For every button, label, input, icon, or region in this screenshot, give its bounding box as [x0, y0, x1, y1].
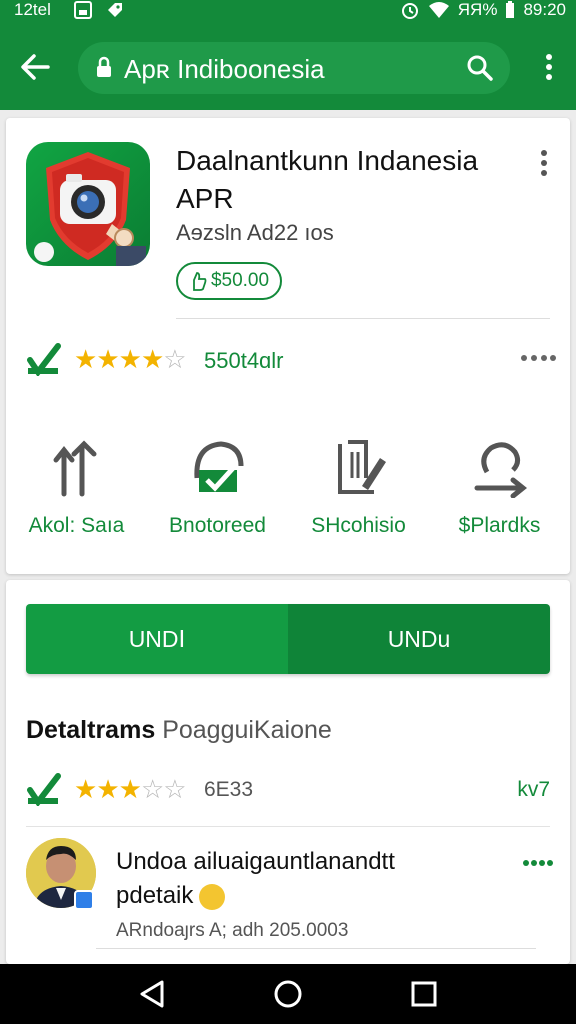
action-label: Bnotoreed [169, 514, 266, 537]
status-bar: 12tel ЯЯ% 89:20 [0, 0, 576, 24]
review-body: pdetaik [116, 882, 226, 910]
verified-check-icon [27, 773, 61, 806]
wifi-icon [428, 2, 449, 18]
star-icon: ★ [96, 774, 119, 804]
rating-count: 550t4ɑlr [204, 348, 284, 373]
refresh-icon [474, 442, 528, 498]
share-arrows-icon [53, 440, 97, 497]
price-label: $50.00 [210, 270, 270, 291]
review-meta: ARndoaȷrs A; adh 205.0003 [116, 920, 349, 941]
details-subheading: PoagguiKaione [162, 716, 332, 744]
price-button[interactable]: $50.00 [176, 262, 282, 300]
verified-check-icon [27, 343, 61, 376]
star-icon: ★ [140, 344, 164, 374]
details-heading: Detaltrams [26, 716, 156, 744]
app-info-card: Daalnantkunn Indanesia APR Aɘzsln Ad22 ı… [6, 118, 570, 574]
status-time-right: 89:20 [523, 0, 566, 19]
image-notification-icon [74, 1, 92, 19]
search-bar[interactable]: Apʀ Indiboonesia [78, 42, 510, 94]
star-empty-icon: ☆ [163, 774, 186, 804]
review-body-text: pdetaik [116, 882, 194, 909]
search-query-text: Apʀ Indiboonesia [124, 54, 325, 84]
top-app-bar: 12tel ЯЯ% 89:20 Apʀ Indiboonesia [0, 0, 576, 110]
action-label: SHcohisio [311, 514, 406, 537]
details-card: UNDꓲ UNDu Detaltrams PoagguiKaione ★★★☆☆… [6, 580, 570, 964]
back-arrow-icon[interactable] [18, 50, 52, 84]
verified-badge-icon [74, 890, 94, 910]
camera-shield-icon [34, 152, 146, 266]
star-icon: ★ [96, 344, 119, 374]
alarm-icon [401, 3, 418, 19]
hand-thumb-icon [193, 272, 207, 291]
lock-icon [97, 56, 111, 77]
star-rating: ★★★☆☆ [74, 774, 187, 805]
star-icon: ★ [118, 774, 142, 804]
divider [26, 826, 550, 827]
status-time-left: 12tel [14, 0, 51, 19]
see-more-link[interactable]: kv7 [517, 778, 550, 802]
nav-home-icon[interactable] [272, 978, 304, 1010]
rating-count: 6E33 [204, 778, 254, 801]
action-bookmark[interactable]: Bnotoreed [147, 438, 288, 548]
divider [96, 948, 536, 949]
primary-install-button[interactable]: UNDꓲ [26, 604, 288, 674]
nav-back-icon[interactable] [136, 978, 168, 1010]
status-right-group: ЯЯ% 89:20 [400, 0, 566, 20]
overflow-menu-icon[interactable] [542, 52, 556, 82]
action-label: Akol: Saıa [28, 514, 125, 537]
action-share[interactable]: Akol: Saıa [6, 438, 147, 548]
app-overflow-menu-icon[interactable] [538, 148, 550, 178]
bookmark-check-icon [194, 441, 244, 492]
review-item[interactable]: Undoa ailuaigauntlanandtt pdetaik ARndoa… [26, 838, 556, 948]
review-title: Undoa ailuaigauntlanandtt [116, 848, 395, 875]
tag-notification-icon [108, 3, 122, 17]
edit-document-icon [338, 440, 386, 494]
secondary-install-button[interactable]: UNDu [288, 604, 550, 674]
action-row: Akol: Saıa Bnotoreed SHcohisio $Plardks [6, 438, 570, 548]
details-header: Detaltrams PoagguiKaione [26, 716, 332, 745]
system-nav-bar [0, 964, 576, 1024]
action-refresh[interactable]: $Plardks [429, 438, 570, 548]
action-edit[interactable]: SHcohisio [288, 438, 429, 548]
more-dots-icon[interactable] [522, 858, 554, 868]
app-subtitle: Aɘzsln Ad22 ıos [176, 220, 334, 245]
app-icon[interactable] [26, 142, 150, 266]
rating-row: ★★★★☆ 550t4ɑlr [26, 340, 556, 384]
app-title: Daalnantkunn Indanesia APR [176, 145, 479, 214]
nav-recents-icon[interactable] [408, 978, 440, 1010]
star-empty-icon: ☆ [163, 344, 186, 374]
star-icon: ★ [74, 344, 97, 374]
battery-percent: ЯЯ% [457, 0, 498, 19]
smile-emoji-icon [199, 883, 226, 910]
action-label: $Plardks [458, 514, 541, 537]
star-icon: ★ [74, 774, 97, 804]
divider [176, 318, 550, 319]
secondary-rating-row: ★★★☆☆ 6E33 kv7 [26, 770, 556, 810]
install-button-group: UNDꓲ UNDu [26, 604, 550, 674]
search-icon[interactable] [466, 54, 494, 82]
battery-icon [506, 1, 515, 18]
star-icon: ★ [118, 344, 142, 374]
more-dots-icon[interactable] [520, 352, 556, 364]
star-empty-icon: ☆ [140, 774, 164, 804]
star-rating: ★★★★☆ [74, 344, 187, 375]
